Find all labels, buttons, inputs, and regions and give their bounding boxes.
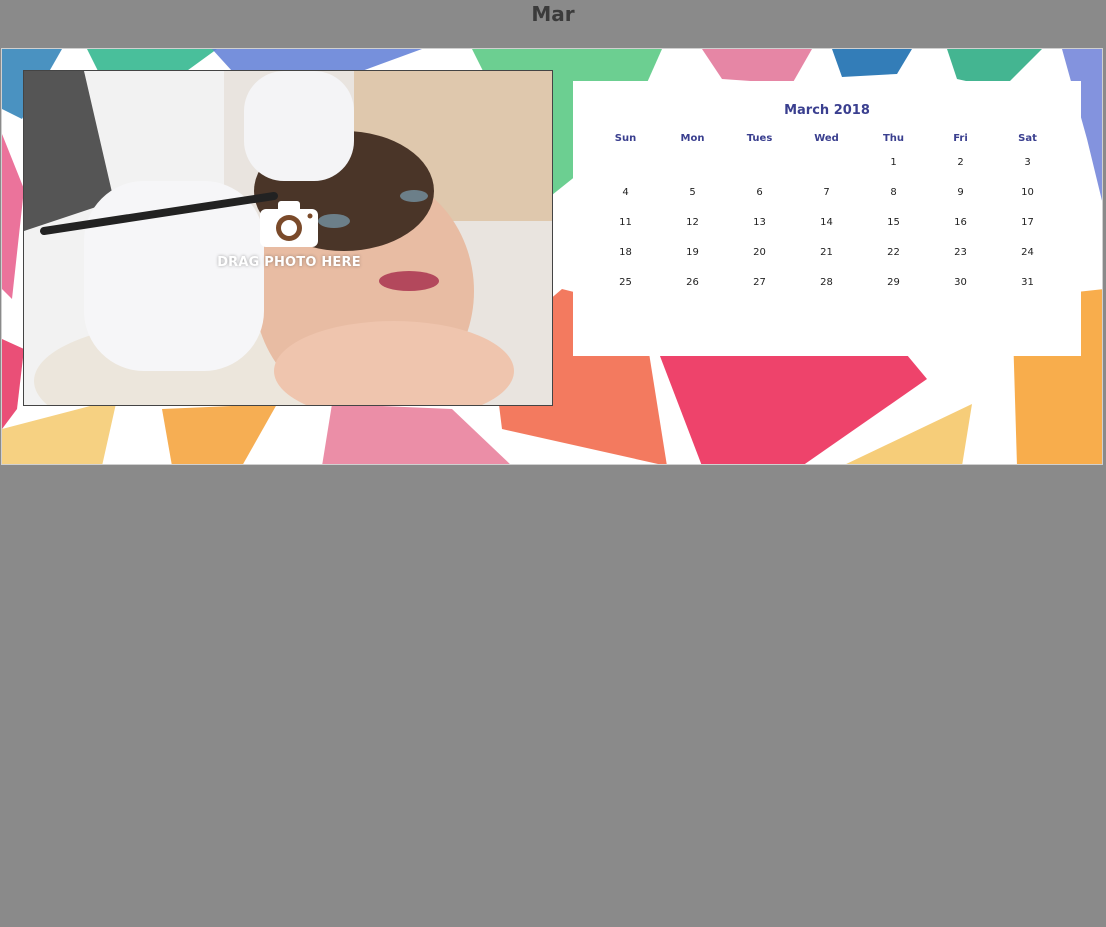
weekday-label: Sat [1018, 132, 1037, 144]
day-cell: 13 [753, 216, 766, 228]
weekday-label: Sun [614, 132, 637, 144]
day-cell: 19 [686, 246, 699, 258]
calendar-card[interactable]: March 2018 Sun Mon Tues Wed Thu Fri Sat … [573, 81, 1081, 356]
day-cell: 29 [887, 276, 900, 288]
calendar-page-canvas: DRAG PHOTO HERE March 2018 Sun Mon Tues … [1, 48, 1103, 465]
weekday-label: Fri [953, 132, 968, 144]
weekday-label: Mon [680, 132, 705, 144]
day-cell: 17 [1021, 216, 1034, 228]
day-cell: 24 [1021, 246, 1034, 258]
day-cell: 15 [887, 216, 900, 228]
day-cell: 23 [954, 246, 967, 258]
day-cell: 11 [619, 216, 632, 228]
drop-hint: DRAG PHOTO HERE [209, 201, 369, 270]
day-cell: 8 [890, 186, 897, 198]
weekday-label: Wed [814, 132, 839, 144]
day-cell: 7 [823, 186, 830, 198]
day-cell: 18 [619, 246, 632, 258]
day-cell: 6 [756, 186, 763, 198]
day-cell: 28 [820, 276, 833, 288]
day-cell: 9 [957, 186, 964, 198]
week-row: 1 2 3 [592, 147, 1061, 177]
calendar-grid: Sun Mon Tues Wed Thu Fri Sat 1 2 3 4 5 6 [592, 129, 1061, 297]
day-cell: 21 [820, 246, 833, 258]
day-cell: 20 [753, 246, 766, 258]
week-row: 11 12 13 14 15 16 17 [592, 207, 1061, 237]
day-cell: 26 [686, 276, 699, 288]
weekday-header-row: Sun Mon Tues Wed Thu Fri Sat [592, 129, 1061, 147]
camera-icon [260, 201, 318, 247]
drag-photo-label: DRAG PHOTO HERE [217, 255, 361, 270]
day-cell: 1 [890, 156, 897, 168]
day-cell: 16 [954, 216, 967, 228]
day-cell: 5 [689, 186, 696, 198]
day-cell: 2 [957, 156, 964, 168]
day-cell: 31 [1021, 276, 1034, 288]
day-cell: 14 [820, 216, 833, 228]
week-row: 25 26 27 28 29 30 31 [592, 267, 1061, 297]
week-row: 18 19 20 21 22 23 24 [592, 237, 1061, 267]
day-cell: 3 [1024, 156, 1031, 168]
day-cell: 30 [954, 276, 967, 288]
page-month-title: Mar [531, 2, 575, 26]
weekday-label: Tues [746, 132, 773, 144]
day-cell: 22 [887, 246, 900, 258]
day-cell: 27 [753, 276, 766, 288]
day-cell: 25 [619, 276, 632, 288]
day-cell: 10 [1021, 186, 1034, 198]
day-cell: 4 [622, 186, 629, 198]
day-cell: 12 [686, 216, 699, 228]
week-row: 4 5 6 7 8 9 10 [592, 177, 1061, 207]
calendar-title: March 2018 [784, 103, 870, 118]
weekday-label: Thu [882, 132, 905, 144]
photo-drop-zone[interactable]: DRAG PHOTO HERE [23, 70, 553, 406]
